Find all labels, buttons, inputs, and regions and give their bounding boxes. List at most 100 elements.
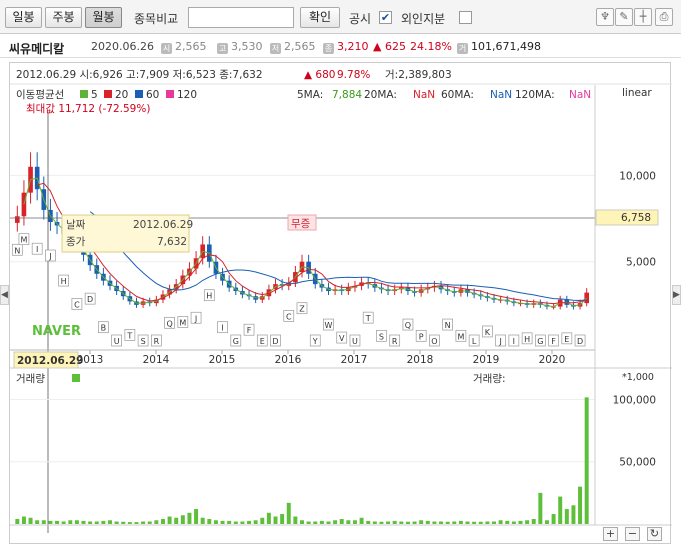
- event-marker: J: [495, 334, 506, 347]
- event-marker: M: [455, 329, 467, 342]
- event-marker: W: [323, 318, 334, 331]
- compare-input[interactable]: [188, 7, 294, 28]
- ma20-label: 20MA:: [364, 89, 397, 101]
- open-badge-icon: 시: [161, 43, 172, 54]
- open-price: 2,565: [175, 40, 207, 53]
- volume-bar: [147, 521, 152, 524]
- svg-text:Y: Y: [312, 337, 318, 346]
- confirm-button[interactable]: 확인: [300, 7, 340, 28]
- volume-bar: [121, 521, 126, 524]
- disclosure-checkbox[interactable]: ✔: [379, 11, 392, 24]
- pan-right-icon[interactable]: ▶: [672, 285, 681, 305]
- pan-left-icon[interactable]: ◀: [0, 285, 9, 305]
- chart-header-change: ▲ 680: [304, 69, 335, 81]
- volume-bar: [445, 521, 450, 524]
- volume-bar: [21, 516, 26, 524]
- close-price: 3,210: [337, 40, 369, 53]
- ma-period-60: 60: [146, 89, 159, 101]
- x-tick-label: 2017: [341, 354, 368, 366]
- zoom-in-icon[interactable]: +: [603, 527, 618, 541]
- event-marker: D: [84, 292, 96, 305]
- print-icon[interactable]: ⎙: [655, 8, 673, 26]
- event-marker: Q: [402, 318, 414, 331]
- draw-icon[interactable]: ✎: [615, 8, 633, 26]
- volume-bar: [452, 521, 457, 524]
- disclosure-label: 공시: [349, 12, 372, 26]
- volume-bar: [465, 521, 470, 524]
- indicator-icon[interactable]: ♆: [596, 8, 614, 26]
- svg-text:H: H: [206, 292, 212, 301]
- svg-text:N: N: [14, 246, 20, 255]
- svg-text:I: I: [513, 337, 515, 346]
- ma60-label: 60MA:: [441, 89, 474, 101]
- volume-bar: [544, 520, 549, 524]
- event-marker: Y: [309, 334, 321, 347]
- volume-bar: [518, 520, 523, 524]
- stock-name: 씨유메디칼: [9, 42, 65, 56]
- volume-bar: [399, 521, 404, 524]
- ma-swatch-20: [104, 90, 112, 98]
- ma-legend: 5 20 60 120: [80, 89, 197, 101]
- volume-bar: [372, 521, 377, 524]
- volume-bar: [326, 521, 331, 524]
- volume-bar: [253, 520, 258, 524]
- volume-bar: [352, 520, 357, 524]
- volume-bar: [134, 522, 139, 524]
- volume-bar: [213, 520, 218, 524]
- monthly-button[interactable]: 월봉: [85, 7, 122, 28]
- volume-bar: [180, 515, 185, 524]
- event-marker: H: [58, 274, 70, 287]
- x-tick-label: 2020: [539, 354, 566, 366]
- volume-bar: [174, 517, 179, 524]
- volume-unit: *1,000: [622, 372, 654, 383]
- volume-bar: [511, 521, 516, 524]
- volume-bar: [247, 520, 252, 524]
- volume-axis: 100,000 50,000: [613, 394, 656, 468]
- volume-bar: [28, 517, 33, 524]
- svg-text:G: G: [537, 337, 543, 346]
- volume-bar: [41, 520, 46, 524]
- max-value-label: 최대값 11,712 (-72.59%): [26, 103, 150, 115]
- volume-bar: [578, 486, 583, 524]
- svg-text:C: C: [74, 300, 80, 309]
- volume-bar: [94, 521, 99, 524]
- chart-area[interactable]: 2012.06.29 시:6,926 고:7,909 저:6,523 종:7,6…: [9, 62, 672, 544]
- event-marker: E: [256, 334, 268, 347]
- svg-text:H: H: [61, 277, 67, 286]
- scale-label: linear: [622, 87, 652, 99]
- svg-text:Q: Q: [166, 319, 172, 328]
- cursor-date-text: 2012.06.29: [17, 355, 83, 367]
- stock-info-bar: 씨유메디칼 2020.06.26 시 2,565 고 3,530 저 2,565 종3…: [0, 34, 681, 58]
- volume-grid: [10, 398, 595, 463]
- volume-bar: [584, 397, 589, 524]
- svg-text:S: S: [379, 332, 384, 341]
- svg-text:T: T: [365, 314, 371, 323]
- volume-bar: [425, 520, 430, 524]
- volume-tick-label: 100,000: [613, 394, 656, 406]
- daily-button[interactable]: 일봉: [5, 7, 42, 28]
- weekly-button[interactable]: 주봉: [45, 7, 82, 28]
- volume-bar: [412, 521, 417, 524]
- ma60-value: NaN: [490, 89, 512, 101]
- event-marker: H: [203, 289, 215, 302]
- svg-text:P: P: [419, 332, 424, 341]
- low-badge-icon: 저: [270, 43, 281, 54]
- volume-tick-label: 50,000: [619, 457, 656, 469]
- svg-text:R: R: [392, 337, 398, 346]
- zoom-out-icon[interactable]: −: [625, 527, 640, 541]
- svg-text:J: J: [194, 314, 197, 323]
- event-marker: Z: [296, 302, 308, 315]
- chart-toolbar: 일봉 주봉 월봉 종목비교 확인 공시 ✔ 외인지분 ♆ ✎ ┼ ⎙: [0, 0, 681, 34]
- event-marker: H: [521, 332, 533, 345]
- volume-bar: [74, 520, 79, 524]
- volume-bar: [108, 520, 112, 524]
- volume-bar: [266, 512, 271, 524]
- reset-icon[interactable]: ↻: [647, 527, 662, 541]
- svg-text:M: M: [20, 236, 27, 245]
- volume-bar: [538, 492, 543, 524]
- volume-bar: [48, 520, 53, 524]
- foreign-ownership-checkbox[interactable]: [459, 11, 472, 24]
- cursor-icon[interactable]: ┼: [634, 8, 652, 26]
- price-tick-label: 5,000: [626, 257, 656, 269]
- volume-title: 거래량: [16, 373, 45, 385]
